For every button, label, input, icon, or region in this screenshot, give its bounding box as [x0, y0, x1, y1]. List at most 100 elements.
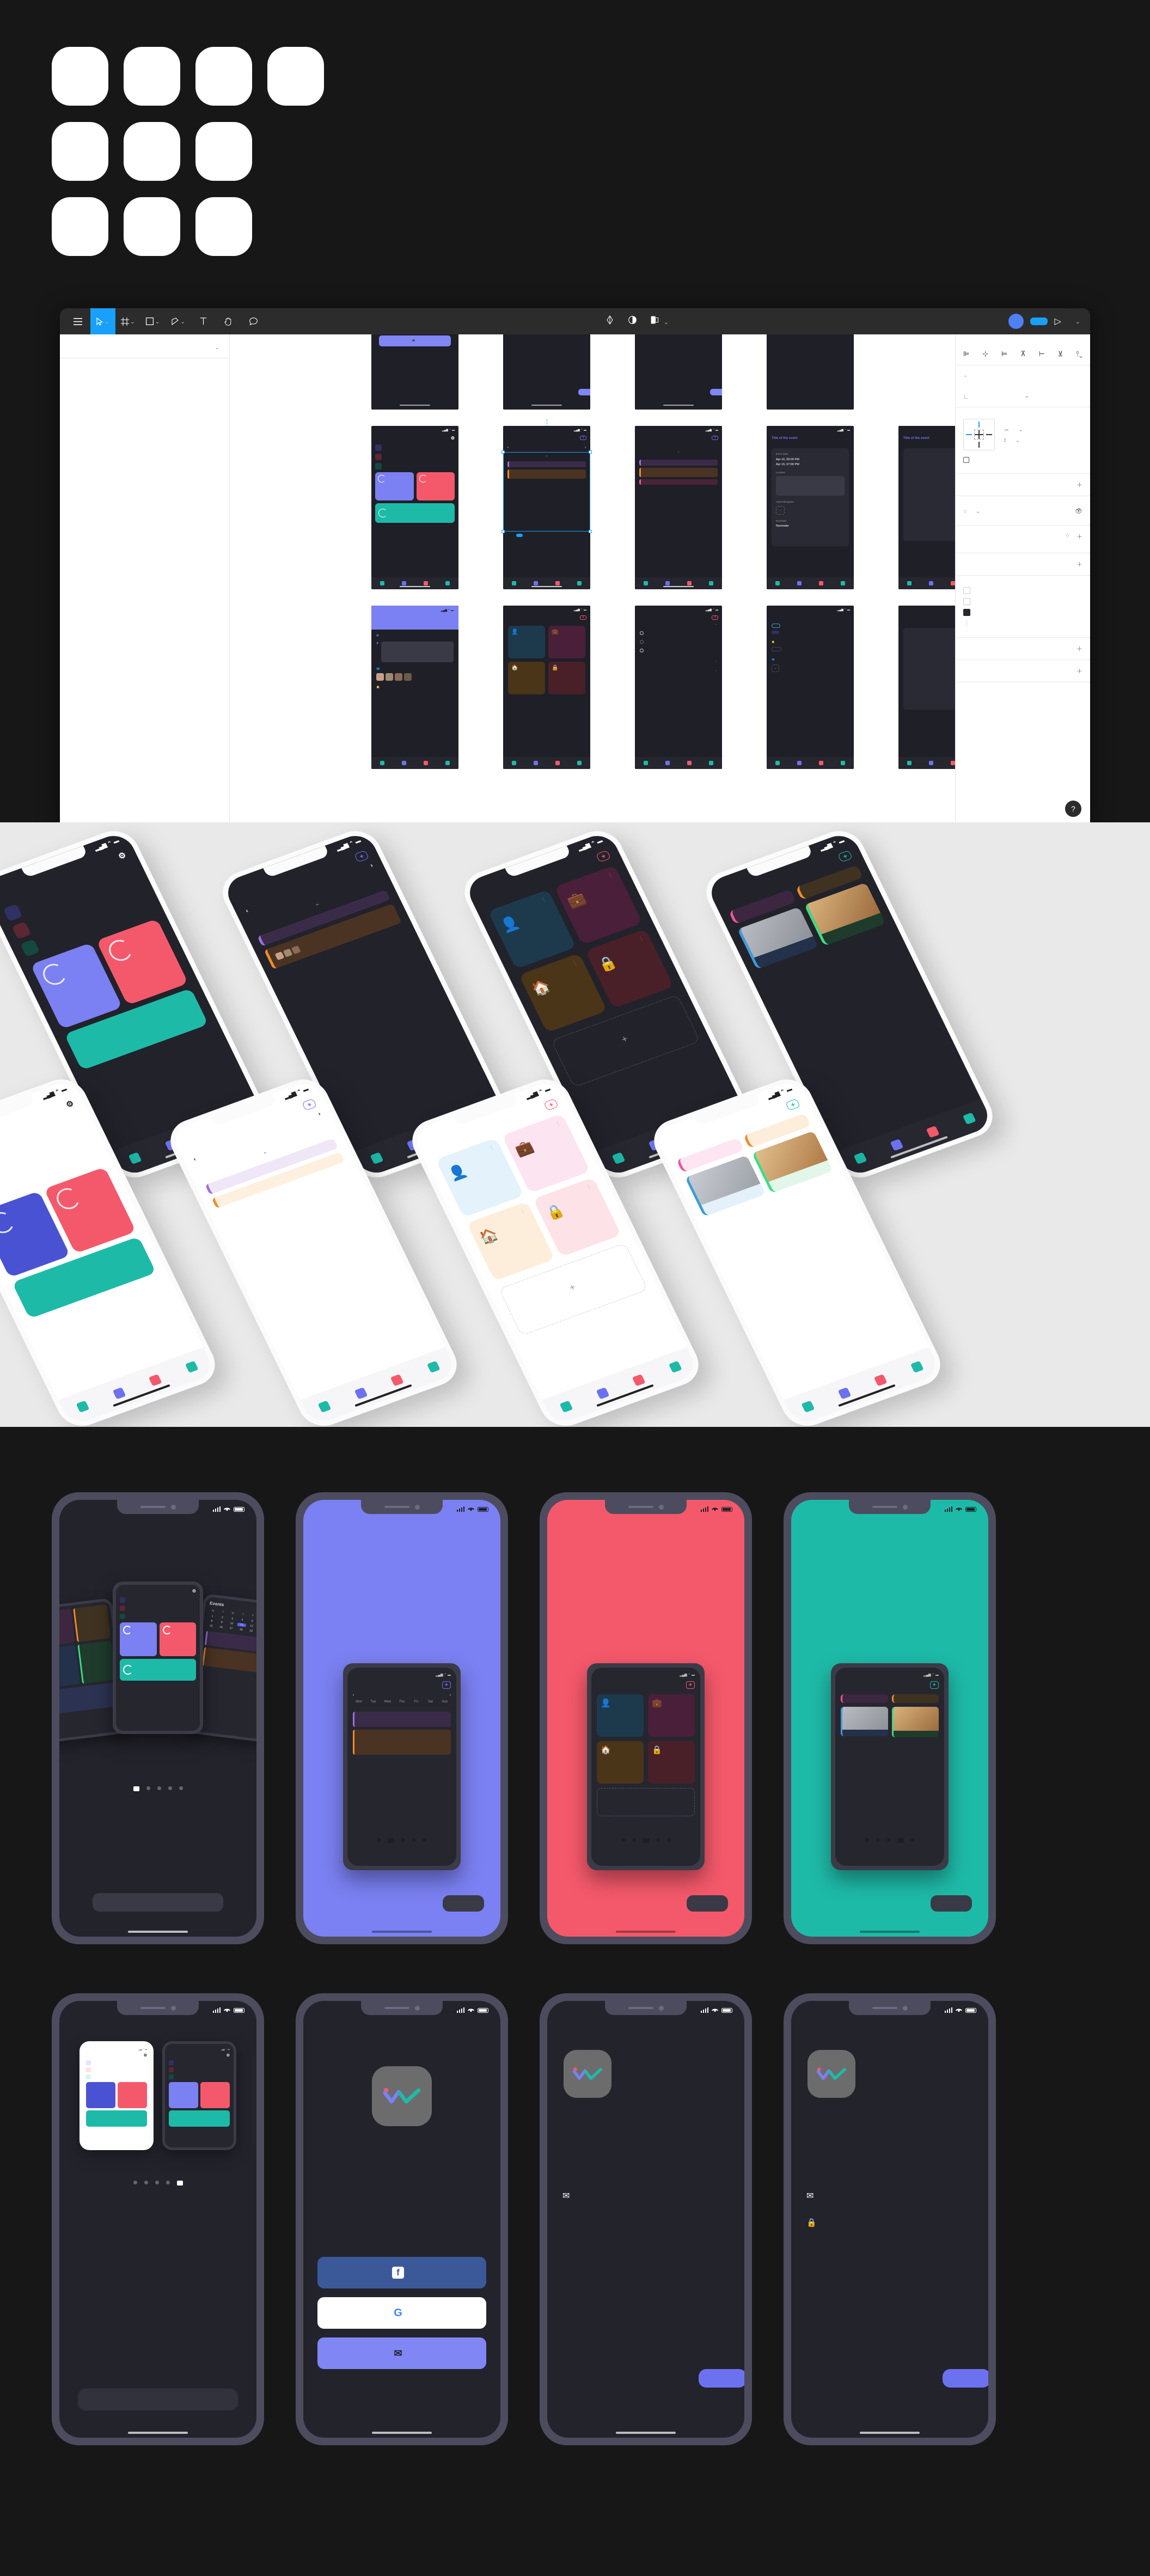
plus-icon[interactable]: + — [712, 615, 718, 620]
constraints-widget[interactable] — [963, 419, 995, 450]
frame-thumb[interactable]: ✉ — [503, 334, 590, 410]
tab-todo-icon[interactable] — [951, 761, 955, 765]
tab-home-icon[interactable] — [611, 1152, 626, 1164]
continue-button[interactable] — [78, 2389, 238, 2410]
tab-events-icon[interactable] — [890, 1139, 904, 1151]
chevron-right-icon[interactable]: › — [585, 446, 586, 449]
selection-handle[interactable] — [501, 530, 505, 533]
tab-events-icon[interactable] — [929, 581, 933, 585]
chevron-up-icon[interactable]: ⌃ — [715, 624, 717, 627]
set-time-button[interactable] — [772, 647, 781, 651]
tab-home-icon[interactable] — [370, 1152, 384, 1164]
frame-thumb[interactable]: ▂▄▆ ⌃ ▬ ▣ ◉ 👥 🔔 — [371, 603, 458, 769]
tab-home-icon[interactable] — [512, 761, 516, 765]
tab-home-icon[interactable] — [853, 1152, 867, 1164]
facebook-login-button[interactable]: f — [317, 2257, 486, 2288]
figma-canvas[interactable]: f G ✉ — [230, 334, 955, 822]
eye-icon[interactable]: 👁 — [1075, 508, 1082, 515]
rotation-field[interactable]: ∟ — [963, 394, 1020, 400]
tab-notes-icon[interactable] — [426, 1360, 441, 1374]
tab-home-icon[interactable] — [907, 581, 912, 585]
share-button[interactable] — [1030, 318, 1048, 325]
frame-thumb[interactable]: ▂▄▆ ⌃ ▬ + ‹ › ⌃ — [501, 419, 592, 589]
email-login-button[interactable]: ✉ — [317, 2337, 486, 2369]
frame-thumb[interactable]: ✉ 🔒 — [635, 334, 722, 410]
frame-thumb[interactable]: ▂▄▆ ⌃ ▬ + ⌃ ⌄ ⌄ — [635, 603, 722, 769]
gear-icon[interactable]: ⚙ — [117, 850, 127, 862]
mask-icon[interactable] — [605, 315, 614, 327]
frame-thumb[interactable]: ▂▄▆ ⌃ ▬ + 👤 💼 🏠 🔒 — [503, 603, 590, 769]
tab-home-icon[interactable] — [76, 1400, 90, 1413]
next-button[interactable] — [943, 2369, 988, 2388]
gear-icon[interactable]: ⚙ — [64, 1098, 75, 1110]
chevron-down-icon[interactable]: ⌄ — [715, 669, 717, 672]
tab-notes-icon[interactable] — [841, 761, 845, 765]
tab-notes-icon[interactable] — [668, 1360, 682, 1374]
tab-notes-icon[interactable] — [445, 581, 450, 585]
frame-thumb[interactable]: ▂▄▆ ⌃ ▬ Title of the event Save — [898, 424, 955, 589]
tab-events-icon[interactable] — [112, 1387, 126, 1400]
tab-notes-icon[interactable] — [841, 581, 845, 585]
next-button[interactable] — [443, 1895, 484, 1912]
add-effect-button[interactable]: ＋ — [1076, 644, 1082, 653]
tab-notes-icon[interactable] — [577, 581, 582, 585]
tab-events-icon[interactable] — [402, 581, 406, 585]
avatar[interactable] — [1008, 314, 1024, 329]
frame-thumb[interactable] — [767, 334, 854, 410]
blend-mode-select[interactable]: ◌ ⌄ — [963, 508, 981, 515]
checkbox[interactable] — [640, 631, 644, 635]
tab-events-icon[interactable] — [534, 761, 538, 765]
constraint-vertical[interactable]: ↕ ⌄ — [1004, 437, 1023, 444]
plus-icon[interactable]: + — [712, 436, 718, 440]
tab-todo-icon[interactable] — [555, 581, 560, 585]
tab-home-icon[interactable] — [317, 1400, 332, 1413]
chevron-down-icon[interactable]: ⌄ — [130, 318, 135, 325]
tab-events-icon[interactable] — [596, 1387, 610, 1400]
tab-todo-icon[interactable] — [687, 761, 692, 765]
add-fill-button[interactable]: ＋ — [1076, 532, 1082, 541]
contrast-icon[interactable] — [628, 316, 637, 327]
tab-home-icon[interactable] — [907, 761, 912, 765]
selection-handle[interactable] — [501, 450, 505, 454]
chevron-right-icon[interactable]: › — [317, 1110, 322, 1117]
thumb-next-button[interactable] — [710, 389, 722, 395]
tab-events-icon[interactable] — [534, 581, 538, 585]
next-button[interactable] — [699, 2369, 744, 2388]
frame-thumb[interactable]: ▂▄▆ ⌃ ▬ Save — [898, 603, 955, 769]
tab-events-icon[interactable] — [402, 761, 406, 765]
add-auto-layout-button[interactable]: ＋ — [1076, 480, 1082, 489]
chevron-down-icon[interactable]: ⌄ — [664, 319, 669, 326]
todo-cell[interactable]: 🏠 — [508, 662, 545, 694]
frame-thumb[interactable]: f G ✉ — [371, 334, 458, 410]
expand-icon[interactable]: ⌄ — [639, 450, 718, 454]
align-top-icon[interactable]: ⊼ — [1020, 350, 1026, 358]
color-swatch[interactable] — [963, 609, 970, 616]
color-swatch[interactable] — [963, 598, 970, 605]
tab-events-icon[interactable] — [665, 761, 670, 765]
plus-icon[interactable]: + — [596, 850, 611, 863]
align-horizontal-center-icon[interactable]: ⊹ — [982, 350, 988, 358]
tab-todo-icon[interactable] — [926, 1125, 940, 1138]
tab-todo-icon[interactable] — [819, 761, 823, 765]
corner-radius-field[interactable]: ⌐ — [1026, 394, 1083, 400]
pen-icon[interactable]: ⌄ — [166, 308, 191, 334]
plus-icon[interactable]: + — [580, 615, 586, 620]
todo-cell[interactable]: 👤 — [508, 626, 545, 658]
question-icon[interactable]: ? — [1065, 801, 1081, 817]
cursor-icon[interactable]: ⌄ — [90, 308, 115, 334]
thumb-next-button[interactable] — [578, 389, 590, 395]
chevron-left-icon[interactable]: ‹ — [244, 908, 249, 914]
comment-icon[interactable] — [241, 308, 266, 334]
tab-events-icon[interactable] — [837, 1387, 852, 1400]
tab-todo-icon[interactable] — [390, 1374, 404, 1387]
tab-todo-icon[interactable] — [424, 761, 428, 765]
chevron-down-icon[interactable]: ⌄ — [715, 659, 717, 662]
selection-handle[interactable] — [589, 530, 592, 533]
tab-todo-icon[interactable] — [148, 1374, 162, 1387]
next-button[interactable] — [687, 1895, 728, 1912]
frame-thumb[interactable]: ▂▄▆ ⌃ ▬ 🔔 👥 + — [767, 603, 854, 769]
tab-events-icon[interactable] — [665, 581, 670, 585]
see-all-colors[interactable]: ⋮ — [963, 620, 1082, 627]
tab-events-icon[interactable] — [354, 1387, 368, 1400]
tab-notes-icon[interactable] — [709, 761, 713, 765]
